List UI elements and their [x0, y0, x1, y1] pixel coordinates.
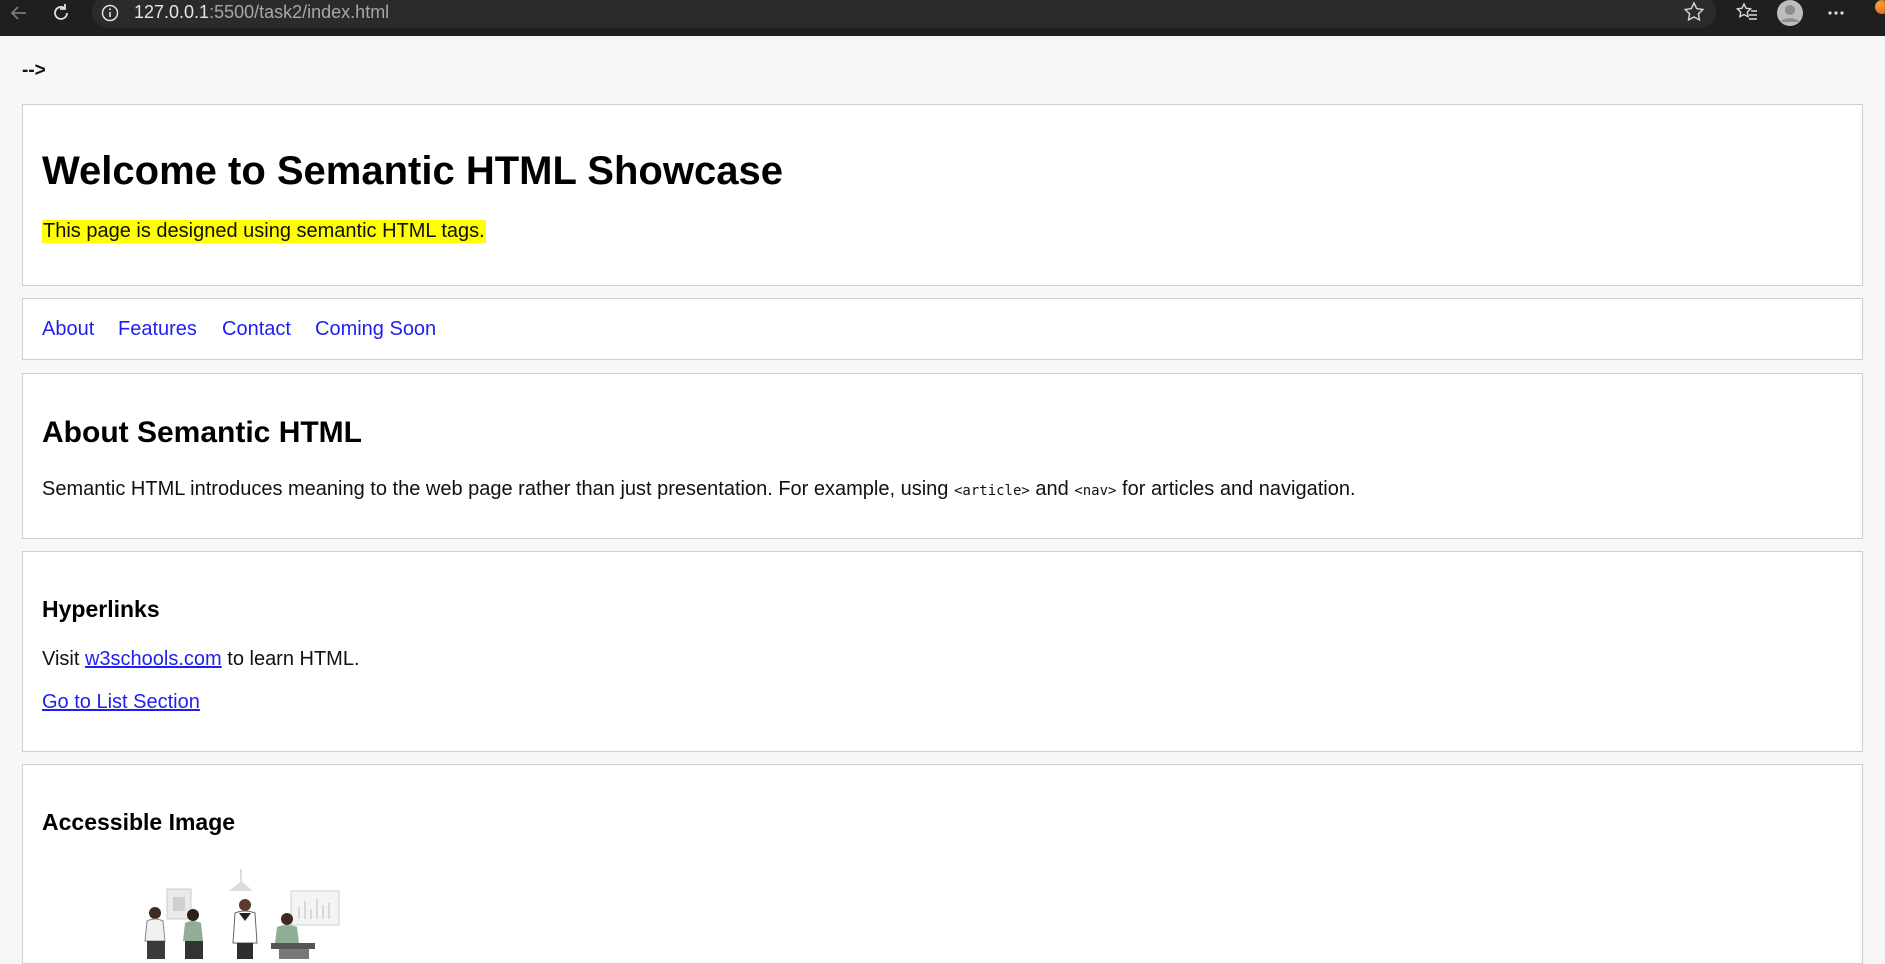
nav-link-about[interactable]: About — [42, 318, 94, 341]
w3schools-link[interactable]: w3schools.com — [85, 648, 222, 670]
url-text: 127.0.0.1:5500/task2/index.html — [134, 2, 389, 23]
about-text-after: for articles and navigation. — [1116, 478, 1356, 500]
stray-comment-text: --> — [22, 60, 46, 81]
go-to-list-link[interactable]: Go to List Section — [42, 691, 200, 713]
main-nav: About Features Contact Coming Soon — [22, 298, 1863, 360]
page-title: Welcome to Semantic HTML Showcase — [42, 149, 783, 193]
favorites-icon[interactable] — [1732, 0, 1762, 26]
more-icon[interactable] — [1820, 0, 1852, 26]
edge-icon — [1875, 0, 1885, 14]
url-path: :5500/task2/index.html — [209, 2, 390, 22]
visit-prefix: Visit — [42, 648, 85, 670]
profile-avatar[interactable] — [1774, 0, 1806, 26]
list-anchor-paragraph: Go to List Section — [42, 691, 200, 714]
hyperlinks-section: Hyperlinks Visit w3schools.com to learn … — [22, 551, 1863, 752]
reload-icon[interactable] — [46, 0, 76, 26]
nav-link-coming-soon[interactable]: Coming Soon — [315, 318, 436, 341]
team-meeting-illustration — [103, 869, 343, 959]
about-text-before: Semantic HTML introduces meaning to the … — [42, 478, 954, 500]
info-icon[interactable] — [100, 3, 120, 23]
about-text-middle: and — [1029, 478, 1075, 500]
nav-link-features[interactable]: Features — [118, 318, 197, 341]
accessible-image-heading: Accessible Image — [42, 809, 236, 835]
address-bar[interactable]: 127.0.0.1:5500/task2/index.html — [92, 0, 1716, 28]
about-section: About Semantic HTML Semantic HTML introd… — [22, 373, 1863, 539]
header-tagline: This page is designed using semantic HTM… — [42, 220, 486, 243]
browser-toolbar: 127.0.0.1:5500/task2/index.html — [0, 0, 1885, 36]
visit-suffix: to learn HTML. — [221, 648, 360, 670]
page-header: Welcome to Semantic HTML Showcase This p… — [22, 104, 1863, 286]
about-heading: About Semantic HTML — [42, 416, 362, 449]
url-host: 127.0.0.1 — [134, 2, 210, 22]
about-text: Semantic HTML introduces meaning to the … — [42, 478, 1356, 501]
visit-paragraph: Visit w3schools.com to learn HTML. — [42, 648, 360, 671]
star-icon[interactable] — [1682, 0, 1706, 24]
back-icon[interactable] — [4, 0, 34, 26]
code-nav: <nav> — [1074, 483, 1117, 499]
hyperlinks-heading: Hyperlinks — [42, 596, 160, 622]
page-viewport: --> Welcome to Semantic HTML Showcase Th… — [0, 36, 1885, 964]
accessible-image-section: Accessible Image — [22, 764, 1863, 964]
nav-link-contact[interactable]: Contact — [222, 318, 291, 341]
code-article: <article> — [953, 483, 1030, 499]
